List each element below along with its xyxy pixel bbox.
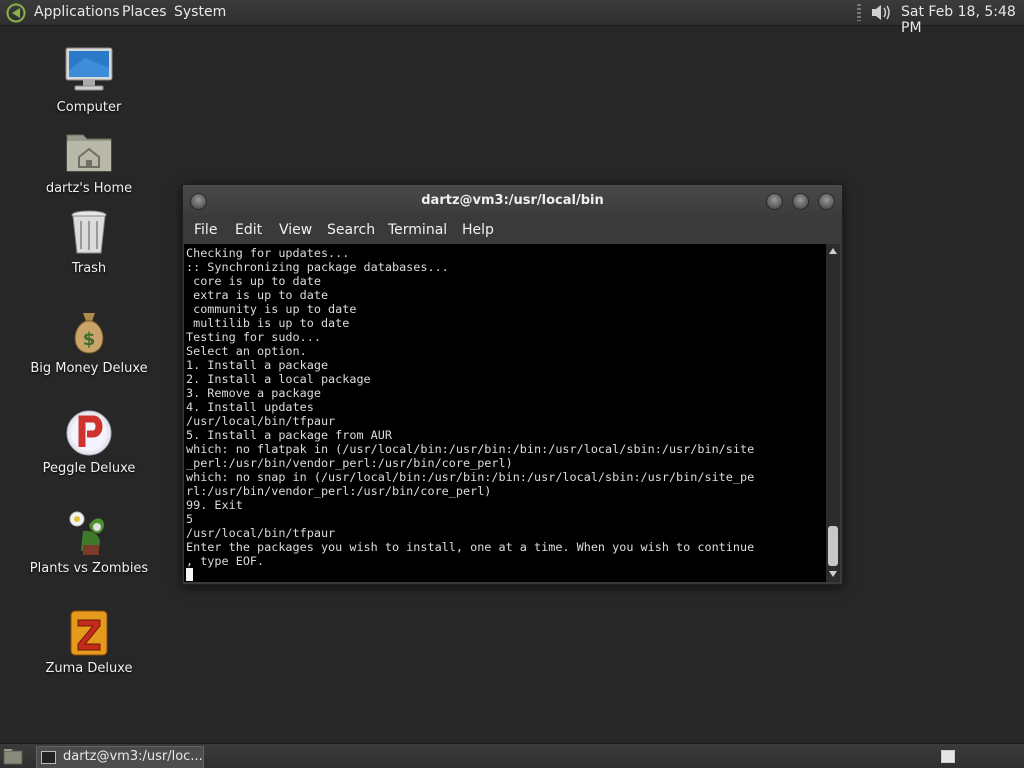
desktop-icon-label: Peggle Deluxe [42,461,136,476]
terminal-line: 3. Remove a package [186,386,321,400]
desktop-icon-label: Plants vs Zombies [29,561,149,576]
desktop-icon-peggle[interactable]: Peggle Deluxe [24,407,154,476]
peggle-icon [63,407,115,459]
terminal-window[interactable]: dartz@vm3:/usr/local/bin File Edit View … [182,184,843,585]
desktop: Applications Places System Sat Feb 18, 5… [0,0,1024,768]
terminal-line: core is up to date [186,274,321,288]
menu-view[interactable]: View [279,222,312,238]
terminal-line: :: Synchronizing package databases... [186,260,449,274]
terminal-line: 1. Install a package [186,358,329,372]
taskbar-label: dartz@vm3:/usr/loc... [63,749,203,764]
terminal-line: community is up to date [186,302,357,316]
desktop-icon-label: Computer [56,100,122,115]
bottom-panel: dartz@vm3:/usr/loc... [0,743,1024,768]
distro-logo-icon[interactable] [6,3,26,27]
menu-terminal[interactable]: Terminal [388,222,447,238]
computer-icon [63,46,115,98]
trash-icon [63,207,115,259]
terminal-line: multilib is up to date [186,316,350,330]
terminal-line: Select an option. [186,344,307,358]
maximize-button[interactable] [792,193,809,210]
window-title: dartz@vm3:/usr/local/bin [421,193,604,208]
terminal-line: Checking for updates... [186,246,350,260]
menu-edit[interactable]: Edit [235,222,262,238]
scrollbar-thumb[interactable] [828,526,838,566]
terminal-line: 5 [186,512,194,526]
terminal-line: Testing for sudo... [186,330,321,344]
scroll-down-arrow-icon[interactable] [829,571,837,577]
desktop-icon-label: Zuma Deluxe [45,661,133,676]
menu-help[interactable]: Help [462,222,494,238]
desktop-icon-computer[interactable]: Computer [24,46,154,115]
applications-menu[interactable]: Applications [34,4,120,20]
minimize-button[interactable] [766,193,783,210]
menu-file[interactable]: File [194,222,217,238]
desktop-icon-label: dartz's Home [45,181,133,196]
desktop-icon-label: Trash [71,261,107,276]
terminal-line: _perl:/usr/bin/vendor_perl:/usr/bin/core… [186,456,513,470]
menu-search[interactable]: Search [327,222,375,238]
svg-text:$: $ [83,329,96,350]
terminal-line: 4. Install updates [186,400,314,414]
terminal-line: /usr/local/bin/tfpaur [186,526,336,540]
terminal-line: Enter the packages you wish to install, … [186,540,755,554]
terminal-line: rl:/usr/bin/vendor_perl:/usr/bin/core_pe… [186,484,492,498]
workspace-switcher[interactable] [941,750,955,763]
terminal-line: /usr/local/bin/tfpaur [186,414,336,428]
window-titlebar[interactable]: dartz@vm3:/usr/local/bin [183,185,842,216]
volume-icon[interactable] [869,2,893,27]
terminal-line: which: no snap in (/usr/local/bin:/usr/b… [186,470,755,484]
terminal-output[interactable]: Checking for updates...:: Synchronizing … [184,244,826,582]
scroll-up-arrow-icon[interactable] [829,248,837,254]
desktop-icon-big-money[interactable]: $ Big Money Deluxe [24,307,154,376]
show-desktop-icon[interactable] [3,748,23,768]
zuma-icon [63,607,115,659]
close-button[interactable] [818,193,835,210]
desktop-icon-home[interactable]: dartz's Home [24,127,154,196]
terminal-scrollbar[interactable] [826,244,840,582]
desktop-icon-trash[interactable]: Trash [24,207,154,276]
money-bag-icon: $ [63,307,115,359]
desktop-icon-label: Big Money Deluxe [30,361,148,376]
clock[interactable]: Sat Feb 18, 5:48 PM [901,4,1024,36]
panel-separator [857,4,861,21]
plants-vs-zombies-icon [63,507,115,559]
terminal-icon [41,751,56,764]
top-panel: Applications Places System Sat Feb 18, 5… [0,0,1024,36]
desktop-icon-plants-vs-zombies[interactable]: Plants vs Zombies [24,507,154,576]
terminal-menubar: File Edit View Search Terminal Help [183,216,842,244]
places-menu[interactable]: Places [122,4,167,20]
terminal-line: , type EOF. [186,554,265,568]
taskbar-terminal-button[interactable]: dartz@vm3:/usr/loc... [36,746,204,768]
home-folder-icon [63,127,115,179]
desktop-icon-zuma[interactable]: Zuma Deluxe [24,607,154,676]
terminal-line: 99. Exit [186,498,243,512]
terminal-prompt-line [186,568,826,582]
terminal-line: which: no flatpak in (/usr/local/bin:/us… [186,442,755,456]
terminal-lines: Checking for updates...:: Synchronizing … [186,246,826,582]
terminal-line: extra is up to date [186,288,329,302]
system-menu[interactable]: System [174,4,226,20]
terminal-cursor [186,568,193,581]
terminal-line: 5. Install a package from AUR [186,428,392,442]
terminal-line: 2. Install a local package [186,372,371,386]
